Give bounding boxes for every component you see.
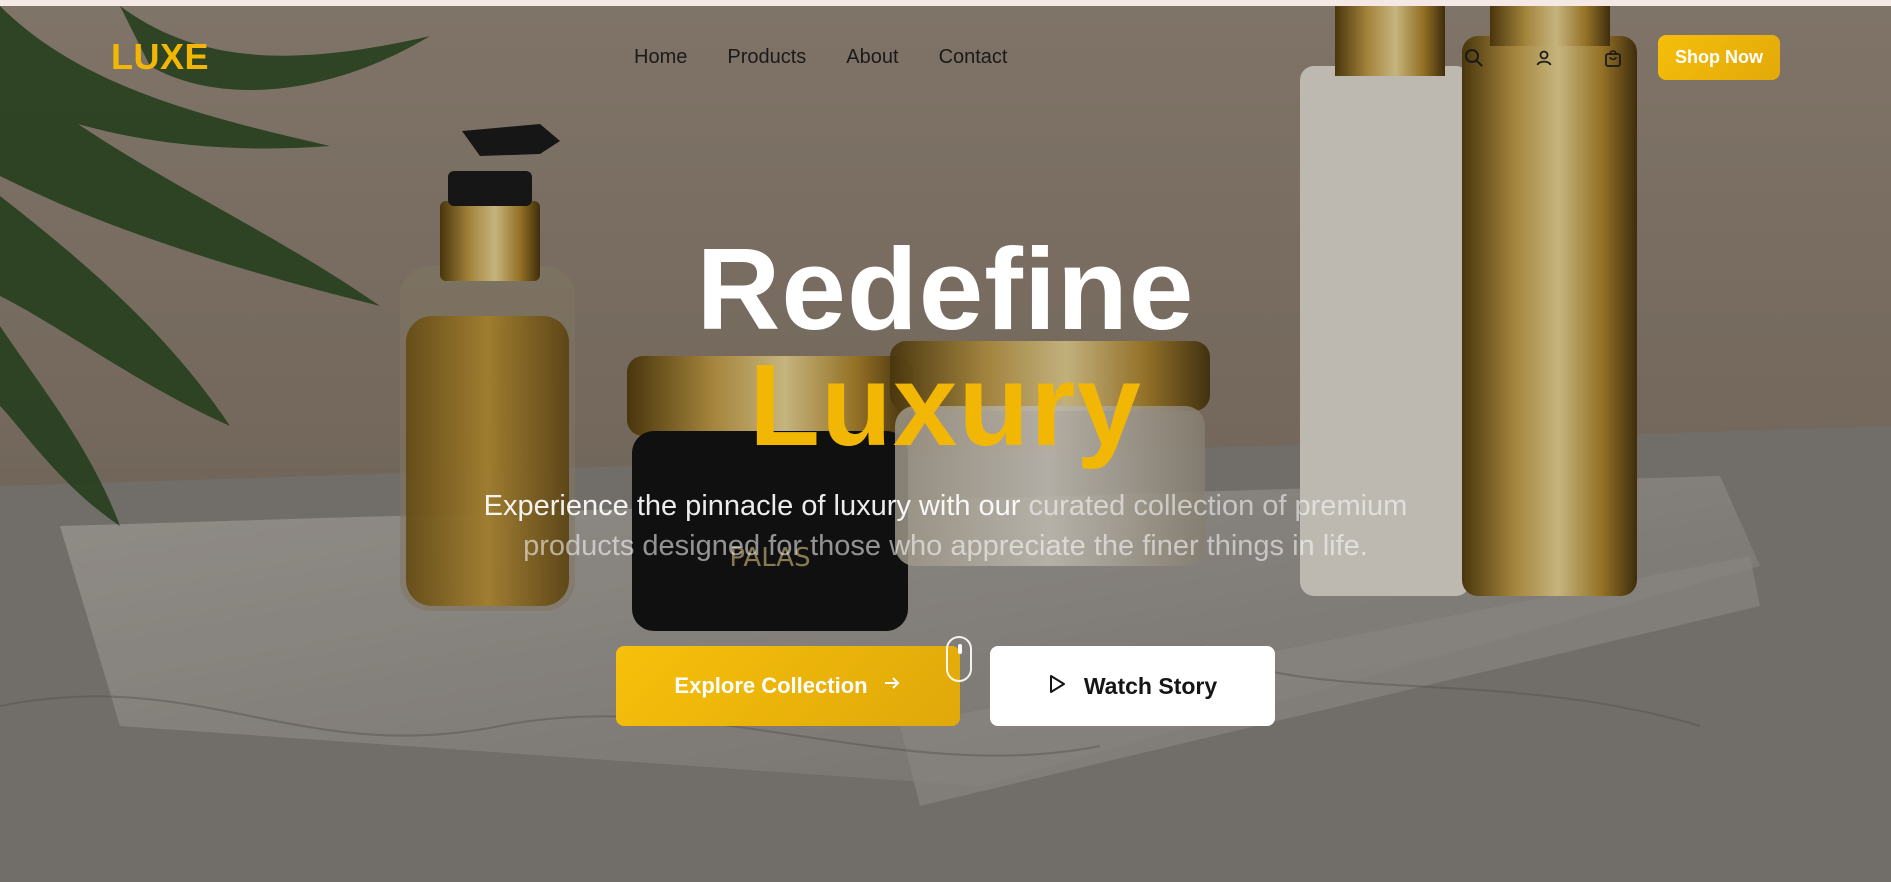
- watch-story-button[interactable]: Watch Story: [990, 646, 1275, 726]
- nav-links: Home Products About Contact: [634, 46, 1008, 69]
- hero-subtitle-bright: Experience the pinnacle of luxury with o…: [483, 490, 1021, 522]
- top-border: [0, 0, 1891, 6]
- hero-subtitle: Experience the pinnacle of luxury with o…: [463, 486, 1428, 566]
- logo[interactable]: LUXE: [111, 36, 209, 78]
- shop-now-button[interactable]: Shop Now: [1658, 35, 1780, 80]
- hero-title-line1: Redefine: [696, 224, 1195, 354]
- nav-link-contact[interactable]: Contact: [939, 46, 1008, 69]
- top-navigation: LUXE Home Products About Contact Shop No…: [0, 6, 1891, 110]
- hero-title-line2: Luxury: [749, 340, 1142, 470]
- explore-collection-label: Explore Collection: [674, 673, 868, 698]
- scroll-dot: [958, 644, 962, 654]
- explore-collection-button[interactable]: Explore Collection: [616, 646, 960, 726]
- nav-link-home[interactable]: Home: [634, 46, 687, 69]
- watch-story-label: Watch Story: [1083, 672, 1218, 699]
- play-icon: [1048, 673, 1066, 700]
- nav-link-about[interactable]: About: [846, 46, 898, 69]
- mouse-scroll-icon[interactable]: [946, 636, 972, 682]
- search-icon[interactable]: [1462, 46, 1486, 70]
- shopping-bag-icon[interactable]: [1601, 46, 1625, 70]
- user-icon[interactable]: [1532, 46, 1556, 70]
- arrow-right-icon: [882, 673, 902, 699]
- nav-link-products[interactable]: Products: [727, 46, 806, 69]
